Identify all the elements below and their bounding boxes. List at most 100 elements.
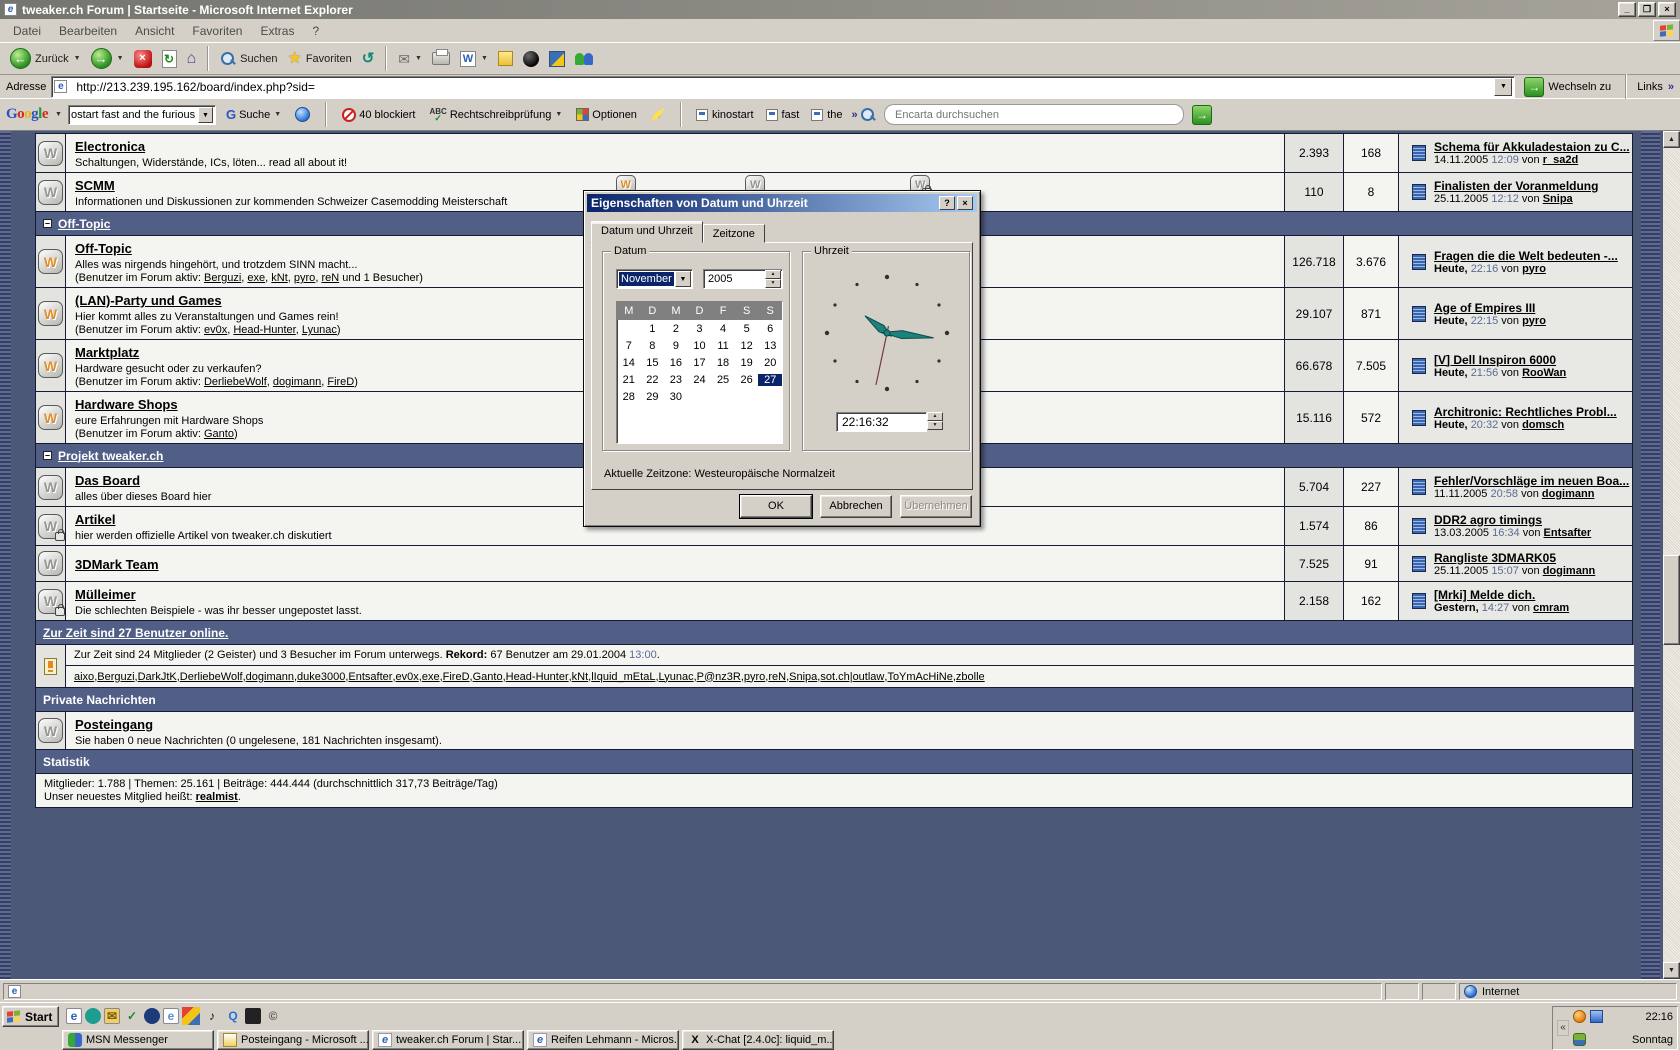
- forum-link[interactable]: Hardware Shops: [75, 397, 178, 412]
- google-search-button[interactable]: GSuche▼: [222, 105, 285, 124]
- close-button[interactable]: ×: [1658, 2, 1676, 17]
- lastpost-title-link[interactable]: Rangliste 3DMARK05: [1434, 551, 1595, 565]
- tray-chevron-icon[interactable]: «: [1557, 1020, 1569, 1036]
- search-term-button-fast[interactable]: fast: [763, 107, 803, 123]
- tab-zeitzone[interactable]: Zeitzone: [703, 224, 765, 243]
- forum-link[interactable]: Das Board: [75, 473, 140, 488]
- calendar-day-21[interactable]: 21: [617, 374, 641, 386]
- active-user-link[interactable]: Lyunac: [302, 324, 337, 336]
- calendar-day-8[interactable]: 8: [641, 340, 665, 352]
- copyright-icon[interactable]: ©: [264, 1007, 282, 1025]
- menu-item-extras[interactable]: Extras: [251, 21, 303, 41]
- forum-link[interactable]: Off-Topic: [75, 241, 132, 256]
- scroll-down-icon[interactable]: ▼: [1663, 962, 1680, 979]
- task-button[interactable]: MSN Messenger: [62, 1030, 214, 1050]
- lastpost-title-link[interactable]: Age of Empires III: [1434, 301, 1546, 315]
- calendar-day-6[interactable]: 6: [758, 323, 782, 335]
- google-search-dropdown-icon[interactable]: ▼: [274, 111, 281, 118]
- lastpost-user-link[interactable]: dogimann: [1543, 565, 1596, 577]
- collapse-icon[interactable]: –: [43, 451, 52, 460]
- menu-item-ansicht[interactable]: Ansicht: [126, 21, 183, 41]
- online-user-link[interactable]: ToYmAcHiNe: [887, 671, 952, 683]
- collapse-icon[interactable]: –: [43, 219, 52, 228]
- online-user-link[interactable]: ev0x: [396, 671, 419, 683]
- time-down-icon[interactable]: ▼: [927, 421, 943, 430]
- active-user-link[interactable]: reN: [321, 272, 339, 284]
- research-button[interactable]: [545, 49, 569, 69]
- task-button[interactable]: XX-Chat [2.4.0c]: liquid_m...: [682, 1030, 834, 1050]
- calendar-day-28[interactable]: 28: [617, 391, 641, 403]
- scrollbar-thumb[interactable]: [1663, 555, 1680, 645]
- active-user-link[interactable]: FireD: [327, 376, 354, 388]
- home-button[interactable]: ⌂: [183, 49, 201, 69]
- lastpost-user-link[interactable]: Snipa: [1543, 193, 1573, 205]
- messenger-button[interactable]: [519, 49, 543, 69]
- winamp-icon[interactable]: [182, 1007, 200, 1025]
- active-user-link[interactable]: DerliebeWolf: [204, 376, 267, 388]
- year-spinner[interactable]: 2005 ▲▼: [703, 269, 783, 289]
- calendar-day-30[interactable]: 30: [664, 391, 688, 403]
- online-user-link[interactable]: aixo: [74, 671, 94, 683]
- outlook-express-icon[interactable]: ✉: [104, 1008, 120, 1024]
- encarta-go-icon[interactable]: →: [1192, 105, 1212, 125]
- tv-monitor-icon[interactable]: [245, 1008, 261, 1024]
- menu-item-datei[interactable]: Datei: [4, 21, 50, 41]
- lastpost-user-link[interactable]: Entsafter: [1544, 527, 1592, 539]
- discuss-button[interactable]: [494, 49, 517, 68]
- opera-circle-icon[interactable]: [144, 1008, 160, 1024]
- calendar-day-26[interactable]: 26: [735, 374, 759, 386]
- online-user-link[interactable]: Snipa: [789, 671, 817, 683]
- lastpost-time[interactable]: 12:12: [1491, 193, 1519, 205]
- forward-dropdown-icon[interactable]: ▼: [117, 55, 124, 62]
- links-label[interactable]: Links: [1637, 81, 1663, 93]
- internet-explorer-2-icon[interactable]: e: [163, 1008, 179, 1024]
- section-link[interactable]: Projekt tweaker.ch: [58, 449, 163, 463]
- ok-button[interactable]: OK: [740, 495, 812, 518]
- lastpost-title-link[interactable]: Architronic: Rechtliches Probl...: [1434, 405, 1617, 419]
- pm-inbox-link[interactable]: Posteingang: [75, 717, 153, 732]
- google-chevron-icon[interactable]: »: [852, 109, 858, 121]
- forum-link[interactable]: 3DMark Team: [75, 557, 159, 572]
- lastpost-user-link[interactable]: domsch: [1522, 419, 1564, 431]
- calendar-day-27[interactable]: 27: [758, 374, 782, 386]
- lastpost-user-link[interactable]: r_sa2d: [1543, 154, 1578, 166]
- calendar-day-4[interactable]: 4: [711, 323, 735, 335]
- online-user-link[interactable]: DarkJtK: [138, 671, 177, 683]
- online-user-link[interactable]: Head-Hunter: [506, 671, 569, 683]
- lastpost-user-link[interactable]: pyro: [1522, 263, 1546, 275]
- active-user-link[interactable]: kNt: [271, 272, 288, 284]
- forum-link[interactable]: Marktplatz: [75, 345, 139, 360]
- messenger-swirl-icon[interactable]: [85, 1008, 101, 1024]
- lastpost-time[interactable]: 20:58: [1490, 488, 1518, 500]
- lastpost-user-link[interactable]: RooWan: [1522, 367, 1566, 379]
- online-user-link[interactable]: kNt: [572, 671, 589, 683]
- section-link[interactable]: Off-Topic: [58, 217, 110, 231]
- search-term-button-kinostart[interactable]: kinostart: [693, 107, 757, 123]
- lastpost-title-link[interactable]: DDR2 agro timings: [1434, 513, 1591, 527]
- spellcheck-button[interactable]: ABC✓Rechtschreibprüfung▼: [425, 106, 566, 124]
- calendar-day-17[interactable]: 17: [688, 357, 712, 369]
- lastpost-time[interactable]: 22:15: [1471, 315, 1499, 327]
- calendar-day-12[interactable]: 12: [735, 340, 759, 352]
- online-user-link[interactable]: Berguzi: [97, 671, 134, 683]
- tray-time[interactable]: 22:16: [1645, 1011, 1673, 1023]
- tray-network-icon[interactable]: [1590, 1010, 1603, 1023]
- active-user-link[interactable]: Head-Hunter: [233, 324, 295, 336]
- online-user-link[interactable]: sot.ch|outlaw: [820, 671, 884, 683]
- active-user-link[interactable]: ev0x: [204, 324, 227, 336]
- lastpost-user-link[interactable]: dogimann: [1542, 488, 1595, 500]
- apply-button[interactable]: Übernehmen: [900, 495, 972, 518]
- msn-button[interactable]: [571, 50, 597, 68]
- vertical-scrollbar[interactable]: ▲ ▼: [1663, 131, 1680, 979]
- links-chevron-icon[interactable]: »: [1668, 81, 1674, 93]
- online-user-link[interactable]: reN: [768, 671, 786, 683]
- online-user-link[interactable]: FireD: [443, 671, 470, 683]
- menu-item-?[interactable]: ?: [303, 21, 328, 41]
- tab-datum-und-uhrzeit[interactable]: Datum und Uhrzeit: [591, 221, 703, 243]
- address-input[interactable]: [76, 80, 1490, 94]
- task-button[interactable]: Posteingang - Microsoft ...: [217, 1030, 369, 1050]
- calendar-day-3[interactable]: 3: [688, 323, 712, 335]
- cancel-button[interactable]: Abbrechen: [820, 495, 892, 518]
- lastpost-title-link[interactable]: [Mrki] Melde dich.: [1434, 588, 1569, 602]
- tray-clock-icon[interactable]: [1573, 1010, 1586, 1023]
